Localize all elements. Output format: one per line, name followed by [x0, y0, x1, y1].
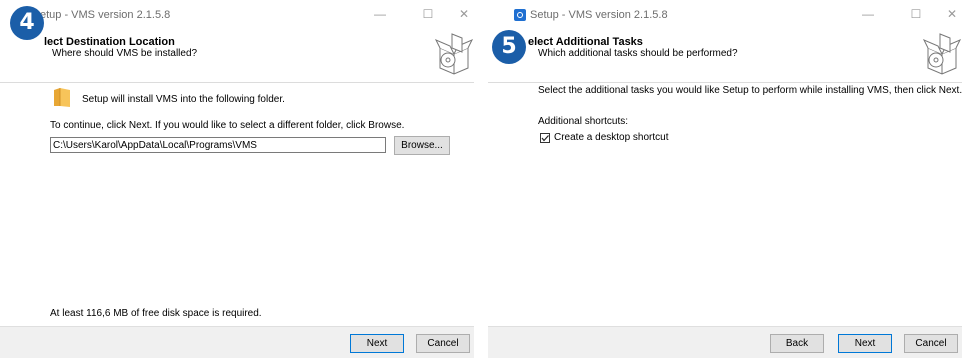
- header-divider: [488, 82, 962, 83]
- maximize-button[interactable]: ☐: [904, 4, 928, 24]
- step-badge: 4: [10, 6, 44, 40]
- close-button[interactable]: ✕: [940, 4, 962, 24]
- disk-space-text: At least 116,6 MB of free disk space is …: [50, 308, 262, 319]
- minimize-button[interactable]: —: [856, 4, 880, 24]
- button-bar: Next Cancel: [0, 326, 474, 358]
- back-button[interactable]: Back: [770, 334, 824, 353]
- installer-box-icon: [434, 33, 474, 75]
- intro-text: Select the additional tasks you would li…: [538, 85, 962, 96]
- page-title: lect Destination Location: [44, 36, 175, 48]
- setup-window-destination: etup - VMS version 2.1.5.8 — ☐ ✕ 4 lect …: [0, 0, 474, 358]
- cancel-button[interactable]: Cancel: [904, 334, 958, 353]
- title-bar[interactable]: etup - VMS version 2.1.5.8 — ☐ ✕: [0, 0, 474, 30]
- minimize-button[interactable]: —: [368, 4, 392, 24]
- browse-button[interactable]: Browse...: [394, 136, 450, 155]
- page-title: elect Additional Tasks: [528, 36, 643, 48]
- next-button[interactable]: Next: [350, 334, 404, 353]
- button-bar: Back Next Cancel: [488, 326, 962, 358]
- cancel-button[interactable]: Cancel: [416, 334, 470, 353]
- next-button[interactable]: Next: [838, 334, 892, 353]
- folder-icon: [54, 88, 70, 107]
- setup-window-tasks: Setup - VMS version 2.1.5.8 — ☐ ✕ 5 elec…: [488, 0, 962, 358]
- checkmark-icon: [541, 135, 549, 142]
- page-subtitle: Which additional tasks should be perform…: [538, 48, 738, 59]
- desktop-shortcut-checkbox[interactable]: [540, 133, 550, 143]
- page-subtitle: Where should VMS be installed?: [52, 48, 198, 59]
- instruction-text: To continue, click Next. If you would li…: [50, 120, 405, 131]
- window-title: Setup - VMS version 2.1.5.8: [530, 9, 668, 21]
- shortcuts-label: Additional shortcuts:: [538, 116, 629, 127]
- intro-text: Setup will install VMS into the followin…: [82, 94, 285, 105]
- title-bar[interactable]: Setup - VMS version 2.1.5.8 — ☐ ✕: [488, 0, 962, 30]
- install-path-input[interactable]: [50, 137, 386, 153]
- step-badge: 5: [492, 30, 526, 64]
- setup-app-icon: [514, 9, 526, 21]
- window-title: etup - VMS version 2.1.5.8: [40, 9, 171, 21]
- maximize-button[interactable]: ☐: [416, 4, 440, 24]
- close-button[interactable]: ✕: [452, 4, 476, 24]
- installer-box-icon: [922, 33, 962, 75]
- desktop-shortcut-label[interactable]: Create a desktop shortcut: [554, 132, 669, 143]
- header-divider: [0, 82, 474, 83]
